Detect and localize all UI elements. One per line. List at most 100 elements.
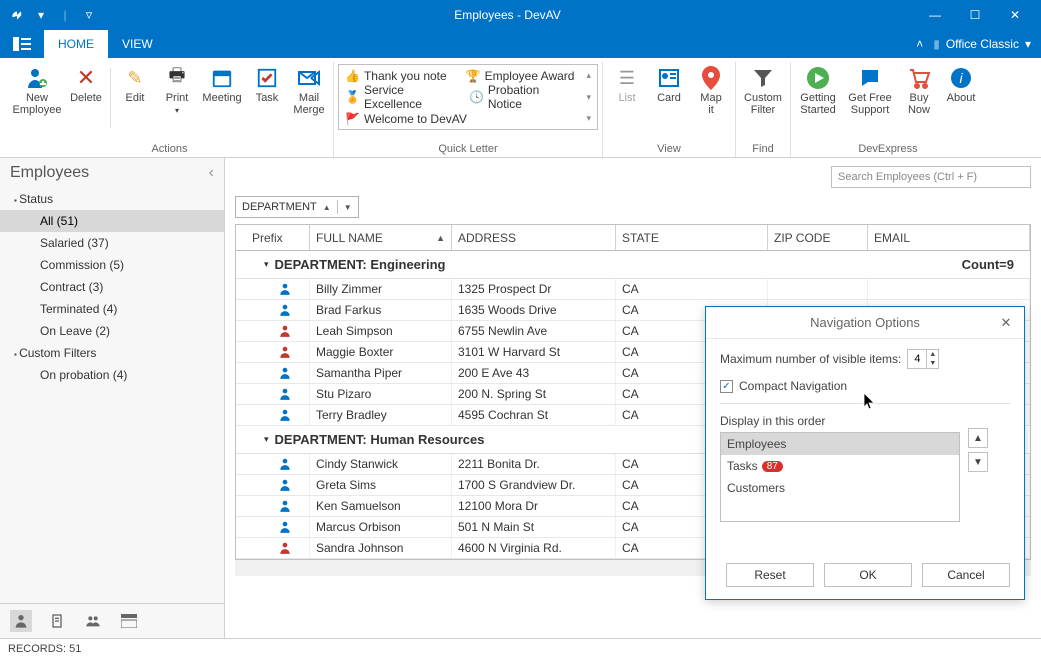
task-button[interactable]: Task	[247, 64, 287, 134]
sidebar-header: Employees	[0, 158, 224, 188]
sidebar-group-status[interactable]: Status	[0, 188, 224, 210]
sidebar-item-all[interactable]: All (51)	[0, 210, 224, 232]
display-order-list[interactable]: Employees Tasks87 Customers	[720, 432, 960, 522]
col-prefix[interactable]: Prefix	[236, 225, 310, 250]
sidebar-item-probation[interactable]: On probation (4)	[0, 364, 224, 386]
theme-chooser[interactable]: ▮ Office Classic ▾	[933, 37, 1031, 51]
ribbon-group-actions: New Employee ✕Delete ✎Edit 🖶Print▾ Meeti…	[6, 62, 334, 157]
order-item-tasks[interactable]: Tasks87	[721, 455, 959, 477]
ribbon-group-quickletter: 👍Thank you note🏆Employee Award▴ 🏅Service…	[334, 62, 603, 157]
scroll-up-icon[interactable]: ▴	[586, 70, 591, 81]
mail-merge-button[interactable]: Mail Merge	[289, 64, 329, 134]
nav-employees-icon[interactable]	[10, 610, 32, 632]
ribbon-collapse-icon[interactable]: ˄	[916, 37, 923, 51]
checkbox-icon	[255, 66, 279, 90]
nav-customers-icon[interactable]	[82, 610, 104, 632]
file-menu-button[interactable]	[0, 30, 44, 58]
sort-arrow-icon: ▲	[323, 203, 331, 212]
calendar-icon	[210, 66, 234, 90]
table-row[interactable]: Billy Zimmer1325 Prospect DrCA	[236, 279, 1030, 300]
dialog-title: Navigation Options ✕	[706, 307, 1024, 339]
person-plus-icon	[25, 66, 49, 90]
close-button[interactable]: ✕	[995, 0, 1035, 30]
tab-home[interactable]: HOME	[44, 30, 108, 58]
sidebar-collapse-icon[interactable]	[209, 164, 214, 182]
scroll-down-icon[interactable]: ▾	[586, 92, 591, 103]
getting-started-button[interactable]: Getting Started	[795, 64, 841, 134]
buy-now-button[interactable]: Buy Now	[899, 64, 939, 134]
sidebar-item-onleave[interactable]: On Leave (2)	[0, 320, 224, 342]
sidebar-title: Employees	[10, 164, 89, 182]
qat-overflow-icon[interactable]: ▿	[78, 4, 100, 26]
about-button[interactable]: iAbout	[941, 64, 981, 134]
sidebar-item-commission[interactable]: Commission (5)	[0, 254, 224, 276]
sidebar-group-custom[interactable]: Custom Filters	[0, 342, 224, 364]
col-fullname[interactable]: FULL NAME▲	[310, 225, 452, 250]
move-up-button[interactable]: ▲	[968, 428, 988, 448]
flag-icon: 🚩	[345, 112, 360, 126]
delete-button[interactable]: ✕Delete	[66, 64, 106, 134]
max-items-spinner[interactable]: ▲▼	[907, 349, 939, 369]
move-down-button[interactable]: ▼	[968, 452, 988, 472]
theme-label: Office Classic	[946, 37, 1019, 51]
ribbon-group-view: ☰List Card Map it View	[603, 62, 736, 157]
nav-more-icon[interactable]	[118, 610, 140, 632]
col-email[interactable]: EMAIL	[868, 225, 1030, 250]
qat-logo-icon[interactable]	[6, 4, 28, 26]
ribbon: New Employee ✕Delete ✎Edit 🖶Print▾ Meeti…	[0, 58, 1041, 158]
print-button[interactable]: 🖶Print▾	[157, 64, 197, 134]
list-icon: ☰	[615, 66, 639, 90]
expand-icon[interactable]: ▾	[586, 113, 591, 124]
sidebar: Employees Status All (51) Salaried (37) …	[0, 158, 225, 638]
chevron-down-icon: ▾	[175, 106, 179, 115]
dialog-close-button[interactable]: ✕	[996, 313, 1016, 333]
col-address[interactable]: ADDRESS	[452, 225, 616, 250]
minimize-button[interactable]: —	[915, 0, 955, 30]
custom-filter-button[interactable]: Custom Filter	[740, 64, 786, 134]
ok-button[interactable]: OK	[824, 563, 912, 587]
qat-separator: |	[54, 4, 76, 26]
tab-view[interactable]: VIEW	[108, 30, 167, 58]
order-item-customers[interactable]: Customers	[721, 477, 959, 499]
new-employee-button[interactable]: New Employee	[10, 64, 64, 134]
max-items-label: Maximum number of visible items:	[720, 352, 901, 366]
order-item-employees[interactable]: Employees	[721, 433, 959, 455]
spin-down-icon[interactable]: ▼	[927, 359, 938, 368]
card-view-button[interactable]: Card	[649, 64, 689, 134]
folder-icon: ▮	[933, 37, 940, 51]
get-free-support-button[interactable]: Get Free Support	[843, 64, 897, 134]
navigation-options-dialog: Navigation Options ✕ Maximum number of v…	[705, 306, 1025, 600]
list-view-button[interactable]: ☰List	[607, 64, 647, 134]
chevron-down-icon[interactable]: ▼	[344, 203, 352, 212]
search-placeholder: Search Employees (Ctrl + F)	[838, 171, 977, 183]
chevron-down-icon: ▾	[1025, 37, 1031, 51]
ribbon-tabs: HOME VIEW ˄ ▮ Office Classic ▾	[0, 30, 1041, 58]
title-bar: ▾ | ▿ Employees - DevAV — ☐ ✕	[0, 0, 1041, 30]
group-row[interactable]: ▾DEPARTMENT: EngineeringCount=9	[236, 251, 1030, 279]
edit-button[interactable]: ✎Edit	[115, 64, 155, 134]
map-it-button[interactable]: Map it	[691, 64, 731, 134]
sidebar-item-terminated[interactable]: Terminated (4)	[0, 298, 224, 320]
qat-dropdown-icon[interactable]: ▾	[30, 4, 52, 26]
nav-tasks-icon[interactable]	[46, 610, 68, 632]
group-label-view: View	[607, 141, 731, 157]
group-label-actions: Actions	[10, 141, 329, 157]
group-by-chip[interactable]: DEPARTMENT ▲ ▼	[235, 196, 359, 218]
sidebar-item-contract[interactable]: Contract (3)	[0, 276, 224, 298]
medal-icon: 🏅	[345, 90, 360, 104]
compact-nav-checkbox[interactable]: ✓	[720, 380, 733, 393]
meeting-button[interactable]: Meeting	[199, 64, 245, 134]
sidebar-item-salaried[interactable]: Salaried (37)	[0, 232, 224, 254]
reset-button[interactable]: Reset	[726, 563, 814, 587]
maximize-button[interactable]: ☐	[955, 0, 995, 30]
spin-up-icon[interactable]: ▲	[927, 350, 938, 359]
sort-asc-icon: ▲	[436, 233, 445, 243]
ribbon-group-find: Custom Filter Find	[736, 62, 791, 157]
col-state[interactable]: STATE	[616, 225, 768, 250]
quick-letter-gallery[interactable]: 👍Thank you note🏆Employee Award▴ 🏅Service…	[338, 64, 598, 130]
search-input[interactable]: Search Employees (Ctrl + F)	[831, 166, 1031, 188]
cancel-button[interactable]: Cancel	[922, 563, 1010, 587]
thumb-icon: 👍	[345, 69, 360, 83]
max-items-value[interactable]	[908, 350, 926, 368]
col-zip[interactable]: ZIP CODE	[768, 225, 868, 250]
